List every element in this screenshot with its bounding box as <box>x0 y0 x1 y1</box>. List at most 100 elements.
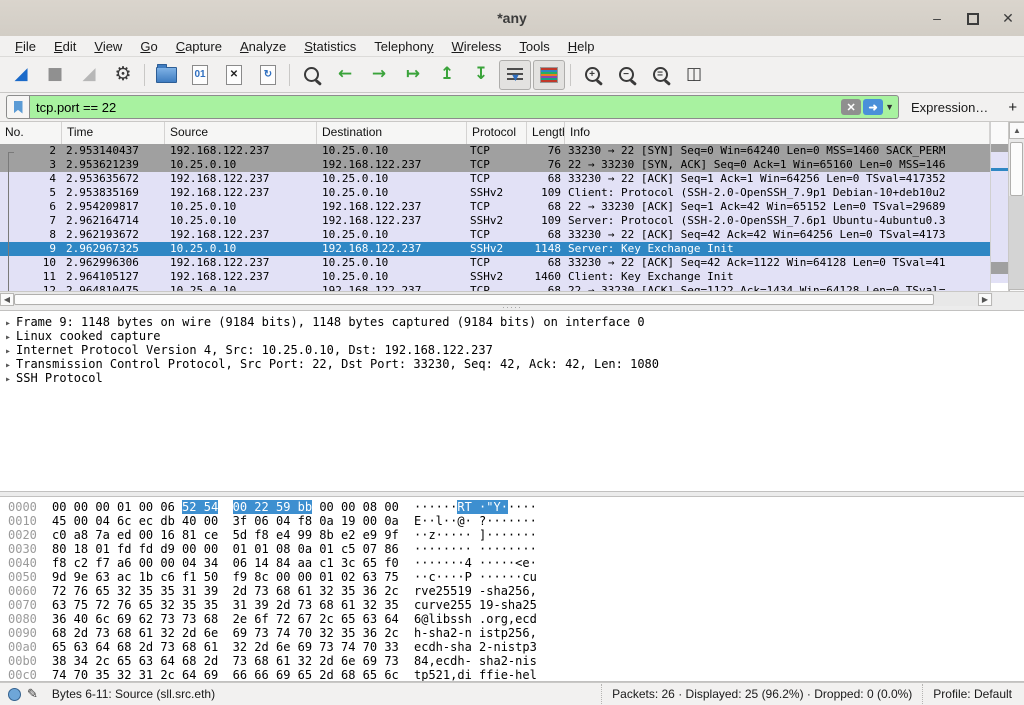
close-file-button[interactable]: ✕ <box>218 60 250 90</box>
filter-clear-button[interactable]: ✕ <box>841 99 861 115</box>
hex-ascii[interactable]: rve25519 -sha256, <box>414 584 537 598</box>
hex-ascii[interactable]: h-sha2-n istp256, <box>414 626 537 640</box>
filter-apply-button[interactable]: ➜ <box>863 99 883 115</box>
go-to-first-button[interactable]: ↥ <box>431 60 463 90</box>
hex-row-0090[interactable]: 009068 2d 73 68 61 32 2d 6e 69 73 74 70 … <box>0 626 1024 640</box>
open-file-button[interactable] <box>150 60 182 90</box>
menu-tools[interactable]: Tools <box>510 37 558 56</box>
column-header-length[interactable]: Length <box>527 122 565 144</box>
packet-row-9[interactable]: 92.96296732510.25.0.10192.168.122.237SSH… <box>0 242 990 256</box>
menu-view[interactable]: View <box>85 37 131 56</box>
hex-bytes[interactable]: 72 76 65 32 35 35 31 39 2d 73 68 61 32 3… <box>52 584 414 598</box>
packet-row-4[interactable]: 42.953635672192.168.122.23710.25.0.10TCP… <box>0 172 990 186</box>
maximize-button[interactable] <box>958 0 988 36</box>
hex-bytes[interactable]: 65 63 64 68 2d 73 68 61 32 2d 6e 69 73 7… <box>52 640 414 654</box>
hex-row-0070[interactable]: 007063 75 72 76 65 32 35 35 31 39 2d 73 … <box>0 598 1024 612</box>
filter-value[interactable]: tcp.port == 22 <box>30 100 841 115</box>
hex-row-0080[interactable]: 008036 40 6c 69 62 73 73 68 2e 6f 72 67 … <box>0 612 1024 626</box>
packet-row-3[interactable]: 32.95362123910.25.0.10192.168.122.237TCP… <box>0 158 990 172</box>
go-back-button[interactable]: ← <box>329 60 361 90</box>
go-forward-button[interactable]: → <box>363 60 395 90</box>
packet-row-2[interactable]: 22.953140437192.168.122.23710.25.0.10TCP… <box>0 144 990 158</box>
hex-row-0060[interactable]: 006072 76 65 32 35 35 31 39 2d 73 68 61 … <box>0 584 1024 598</box>
save-file-button[interactable]: 01 <box>184 60 216 90</box>
hex-bytes[interactable]: 74 70 35 32 31 2c 64 69 66 66 69 65 2d 6… <box>52 668 414 682</box>
zoom-in-button[interactable]: + <box>576 60 608 90</box>
hex-bytes[interactable]: 80 18 01 fd fd d9 00 00 01 01 08 0a 01 c… <box>52 542 414 556</box>
colorize-button[interactable] <box>533 60 565 90</box>
scroll-up-button[interactable]: ▲ <box>1009 122 1024 139</box>
hex-ascii[interactable]: ··c····P ······cu <box>414 570 537 584</box>
expert-info-icon[interactable] <box>8 688 21 701</box>
capture-options-button[interactable]: ⚙ <box>107 60 139 90</box>
filter-bookmark-button[interactable] <box>7 96 30 118</box>
expand-arrow-icon[interactable]: ▸ <box>0 373 16 387</box>
filter-dropdown-button[interactable]: ▼ <box>885 102 894 112</box>
hex-row-0030[interactable]: 003080 18 01 fd fd d9 00 00 01 01 08 0a … <box>0 542 1024 556</box>
vertical-scroll-groove[interactable] <box>1009 196 1024 289</box>
hex-row-00a0[interactable]: 00a065 63 64 68 2d 73 68 61 32 2d 6e 69 … <box>0 640 1024 654</box>
zoom-out-button[interactable]: − <box>610 60 642 90</box>
hex-row-00c0[interactable]: 00c074 70 35 32 31 2c 64 69 66 66 69 65 … <box>0 668 1024 682</box>
column-header-time[interactable]: Time <box>62 122 165 144</box>
capture-comment-icon[interactable]: ✎ <box>27 686 38 702</box>
resize-columns-button[interactable]: ◫ <box>678 60 710 90</box>
menu-help[interactable]: Help <box>559 37 604 56</box>
expression-button[interactable]: Expression… <box>911 100 988 115</box>
scroll-right-button[interactable]: ▶ <box>978 293 992 306</box>
horizontal-scrollbar[interactable]: ◀ ▶ <box>0 291 993 306</box>
go-to-last-button[interactable]: ↧ <box>465 60 497 90</box>
hex-row-0010[interactable]: 001045 00 04 6c ec db 40 00 3f 06 04 f8 … <box>0 514 1024 528</box>
horizontal-scroll-handle[interactable] <box>14 294 934 305</box>
go-to-packet-button[interactable]: ↦ <box>397 60 429 90</box>
zoom-100-button[interactable]: = <box>644 60 676 90</box>
minimize-button[interactable]: – <box>922 0 952 36</box>
hex-bytes[interactable]: 00 00 00 01 00 06 52 54 00 22 59 bb 00 0… <box>52 500 414 514</box>
menu-edit[interactable]: Edit <box>45 37 85 56</box>
hex-row-0020[interactable]: 0020c0 a8 7a ed 00 16 81 ce 5d f8 e4 99 … <box>0 528 1024 542</box>
menu-wireless[interactable]: Wireless <box>443 37 511 56</box>
column-header-info[interactable]: Info <box>565 122 990 144</box>
packet-row-7[interactable]: 72.96216471410.25.0.10192.168.122.237SSH… <box>0 214 990 228</box>
hex-ascii[interactable]: ecdh-sha 2-nistp3 <box>414 640 537 654</box>
start-capture-button[interactable]: ◢ <box>5 60 37 90</box>
hex-ascii[interactable]: tp521,di ffie-hel <box>414 668 537 682</box>
detail-line-4[interactable]: ▸SSH Protocol <box>0 371 1024 385</box>
detail-line-0[interactable]: ▸Frame 9: 1148 bytes on wire (9184 bits)… <box>0 315 1024 329</box>
hex-bytes[interactable]: 45 00 04 6c ec db 40 00 3f 06 04 f8 0a 1… <box>52 514 414 528</box>
column-header-source[interactable]: Source <box>165 122 317 144</box>
hex-ascii[interactable]: ··z····· ]······· <box>414 528 537 542</box>
hex-ascii[interactable]: 6@libssh .org,ecd <box>414 612 537 626</box>
packet-row-5[interactable]: 52.953835169192.168.122.23710.25.0.10SSH… <box>0 186 990 200</box>
find-packet-button[interactable] <box>295 60 327 90</box>
menu-analyze[interactable]: Analyze <box>231 37 295 56</box>
detail-line-3[interactable]: ▸Transmission Control Protocol, Src Port… <box>0 357 1024 371</box>
hex-row-0000[interactable]: 000000 00 00 01 00 06 52 54 00 22 59 bb … <box>0 500 1024 514</box>
hex-bytes[interactable]: f8 c2 f7 a6 00 00 04 34 06 14 84 aa c1 3… <box>52 556 414 570</box>
column-header-no[interactable]: No. <box>0 122 62 144</box>
column-header-destination[interactable]: Destination <box>317 122 467 144</box>
vertical-scroll-handle[interactable] <box>1010 142 1023 196</box>
close-button[interactable]: ✕ <box>993 0 1023 36</box>
hex-ascii[interactable]: ·······4 ·····<e· <box>414 556 537 570</box>
hex-ascii[interactable]: curve255 19-sha25 <box>414 598 537 612</box>
packet-row-6[interactable]: 62.95420981710.25.0.10192.168.122.237TCP… <box>0 200 990 214</box>
hex-row-0050[interactable]: 00509d 9e 63 ac 1b c6 f1 50 f9 8c 00 00 … <box>0 570 1024 584</box>
hex-ascii[interactable]: ······RT ·"Y····· <box>414 500 537 514</box>
hex-bytes[interactable]: 38 34 2c 65 63 64 68 2d 73 68 61 32 2d 6… <box>52 654 414 668</box>
scroll-left-button[interactable]: ◀ <box>0 293 14 306</box>
hex-bytes[interactable]: 36 40 6c 69 62 73 73 68 2e 6f 72 67 2c 6… <box>52 612 414 626</box>
auto-scroll-button[interactable]: ▼ <box>499 60 531 90</box>
packet-row-10[interactable]: 102.962996306192.168.122.23710.25.0.10TC… <box>0 256 990 270</box>
stop-capture-button[interactable]: ■ <box>39 60 71 90</box>
packet-row-8[interactable]: 82.962193672192.168.122.23710.25.0.10TCP… <box>0 228 990 242</box>
packet-minimap[interactable] <box>990 144 1009 291</box>
hex-bytes[interactable]: 63 75 72 76 65 32 35 35 31 39 2d 73 68 6… <box>52 598 414 612</box>
status-profile[interactable]: Profile: Default <box>922 684 1024 704</box>
detail-line-1[interactable]: ▸Linux cooked capture <box>0 329 1024 343</box>
add-filter-button[interactable]: + <box>1008 99 1017 116</box>
hex-ascii[interactable]: E··l··@· ?······· <box>414 514 537 528</box>
menu-go[interactable]: Go <box>131 37 166 56</box>
detail-line-2[interactable]: ▸Internet Protocol Version 4, Src: 10.25… <box>0 343 1024 357</box>
hex-ascii[interactable]: 84,ecdh- sha2-nis <box>414 654 537 668</box>
